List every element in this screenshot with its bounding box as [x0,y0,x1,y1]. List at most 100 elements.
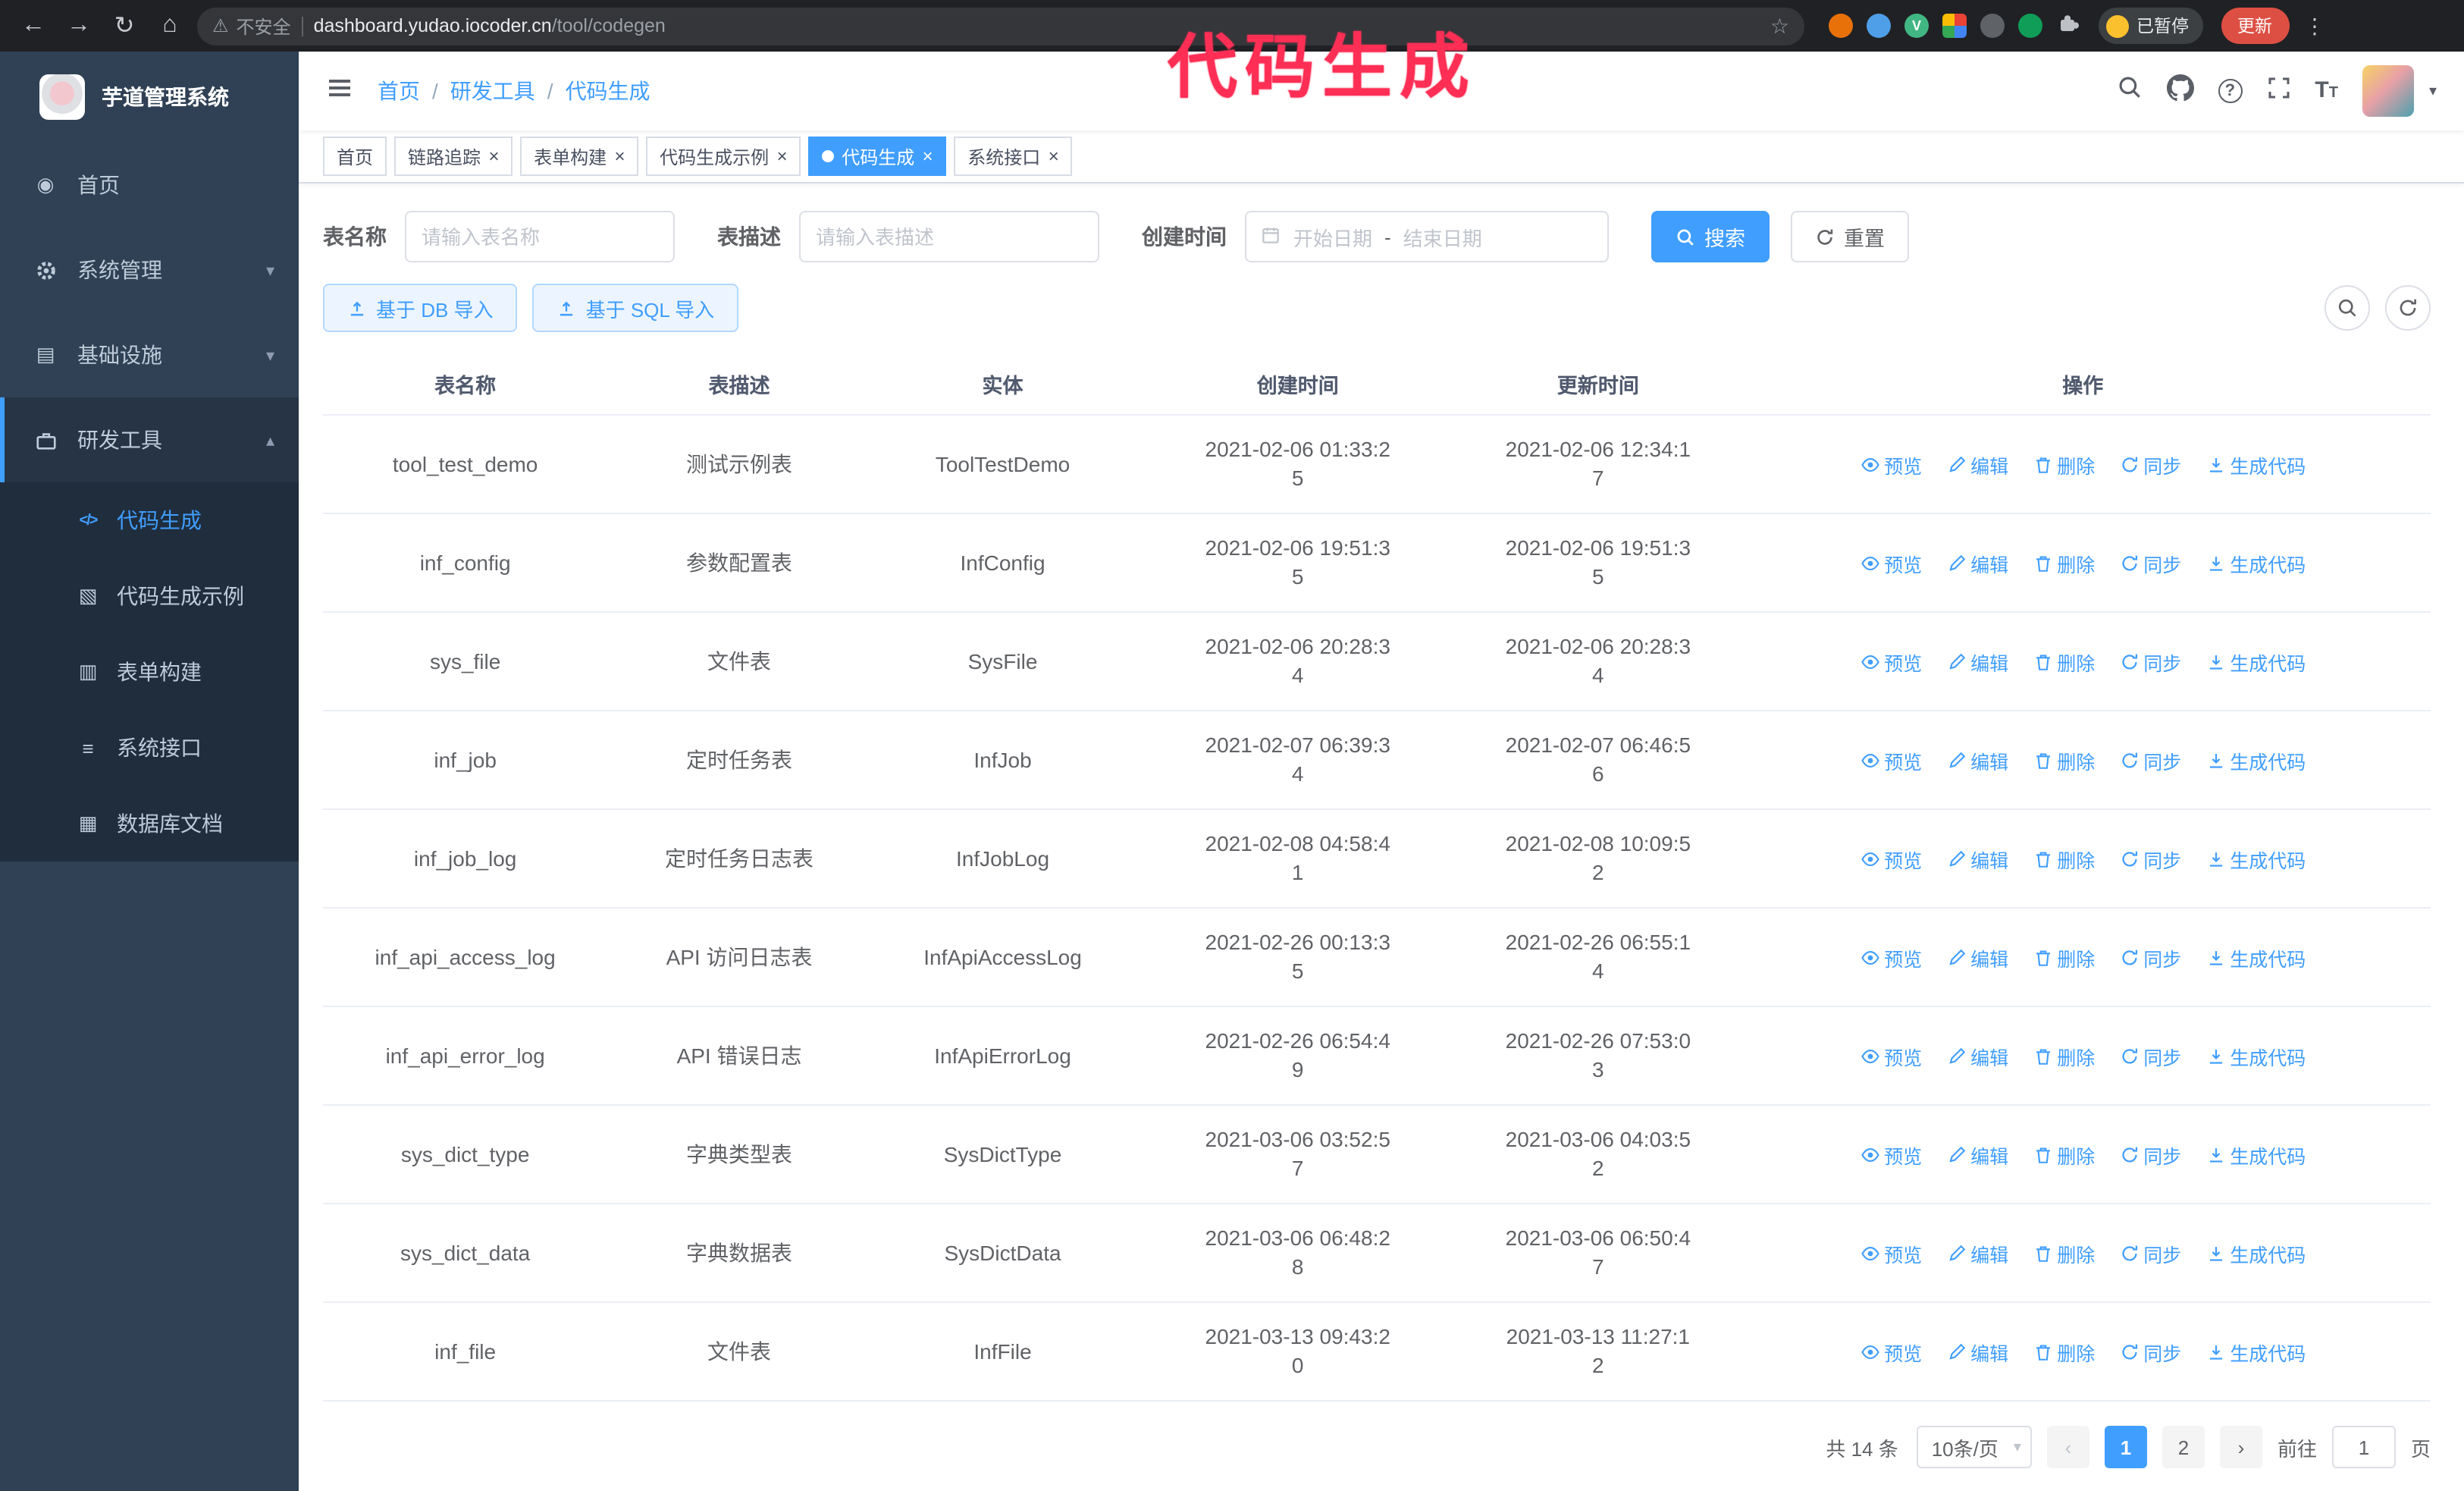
date-range-picker[interactable]: 开始日期 - 结束日期 [1245,211,1609,262]
sidebar-item-system[interactable]: 系统管理 ▾ [0,228,299,312]
action-generate-link[interactable]: 生成代码 [2205,1041,2306,1070]
action-sync-link[interactable]: 同步 [2119,746,2181,774]
action-generate-link[interactable]: 生成代码 [2205,844,2306,873]
prev-page-button[interactable]: ‹ [2046,1426,2089,1468]
security-warning[interactable]: ⚠ 不安全 [212,13,291,39]
action-sync-link[interactable]: 同步 [2119,1337,2181,1366]
action-edit-link[interactable]: 编辑 [1946,1337,2008,1366]
extension-icon[interactable]: V [1904,14,1929,38]
action-delete-link[interactable]: 删除 [2033,1041,2095,1070]
profile-paused-chip[interactable]: 已暂停 [2099,8,2202,44]
forward-icon[interactable]: → [61,8,97,44]
tab-item[interactable]: 代码生成示例 × [646,137,801,176]
action-delete-link[interactable]: 删除 [2033,1337,2095,1366]
action-generate-link[interactable]: 生成代码 [2205,450,2306,479]
page-number-button[interactable]: 2 [2161,1426,2205,1468]
reset-button[interactable]: 重置 [1791,211,1909,262]
action-generate-link[interactable]: 生成代码 [2205,548,2306,577]
tab-item[interactable]: 链路追踪 × [394,137,513,176]
tab-item[interactable]: 代码生成 × [808,137,947,176]
address-bar[interactable]: ⚠ 不安全 dashboard.yudao.iocoder.cn/tool/co… [197,7,1804,45]
table-name-input[interactable] [405,211,675,262]
action-sync-link[interactable]: 同步 [2119,1238,2181,1267]
sidebar-item-api[interactable]: ≡ 系统接口 [0,710,299,786]
reload-icon[interactable]: ↻ [106,8,143,44]
import-db-button[interactable]: 基于 DB 导入 [323,284,518,332]
extension-icon[interactable] [1867,14,1891,38]
table-desc-input[interactable] [799,211,1099,262]
action-delete-link[interactable]: 删除 [2033,1140,2095,1169]
action-generate-link[interactable]: 生成代码 [2205,746,2306,774]
extension-icon[interactable] [2018,14,2042,38]
search-button[interactable]: 搜索 [1651,211,1770,262]
help-icon[interactable]: ? [2218,79,2243,103]
chrome-update-button[interactable]: 更新 [2221,8,2289,44]
action-edit-link[interactable]: 编辑 [1946,1140,2008,1169]
action-generate-link[interactable]: 生成代码 [2205,1238,2306,1267]
action-generate-link[interactable]: 生成代码 [2205,1140,2306,1169]
breadcrumb-item[interactable]: 研发工具 [450,76,535,106]
action-preview-link[interactable]: 预览 [1860,943,1922,972]
action-edit-link[interactable]: 编辑 [1946,844,2008,873]
tab-close-icon[interactable]: × [922,147,933,165]
action-generate-link[interactable]: 生成代码 [2205,647,2306,676]
sidebar-item-devtools[interactable]: 研发工具 ▴ [0,397,299,482]
action-sync-link[interactable]: 同步 [2119,1140,2181,1169]
hamburger-icon[interactable] [326,74,353,108]
action-preview-link[interactable]: 预览 [1860,647,1922,676]
extension-icon[interactable] [1980,14,2005,38]
action-preview-link[interactable]: 预览 [1860,844,1922,873]
sidebar-item-codegen[interactable]: </> 代码生成 [0,482,299,558]
action-delete-link[interactable]: 删除 [2033,844,2095,873]
browser-menu-icon[interactable]: ⋮ [2304,13,2325,39]
import-sql-button[interactable]: 基于 SQL 导入 [532,284,739,332]
sidebar-item-form-builder[interactable]: ▥ 表单构建 [0,634,299,710]
action-edit-link[interactable]: 编辑 [1946,450,2008,479]
action-generate-link[interactable]: 生成代码 [2205,943,2306,972]
page-size-select[interactable]: 10条/页 ▾ [1916,1426,2032,1468]
action-delete-link[interactable]: 删除 [2033,548,2095,577]
extensions-puzzle-icon[interactable] [2056,10,2080,42]
tab-item[interactable]: 首页 [323,137,387,176]
action-delete-link[interactable]: 删除 [2033,1238,2095,1267]
action-delete-link[interactable]: 删除 [2033,943,2095,972]
font-size-icon[interactable]: TT [2315,77,2338,105]
next-page-button[interactable]: › [2219,1426,2262,1468]
extension-icon[interactable] [1829,14,1853,38]
tab-close-icon[interactable]: × [488,147,499,165]
action-preview-link[interactable]: 预览 [1860,1238,1922,1267]
action-sync-link[interactable]: 同步 [2119,647,2181,676]
page-number-button[interactable]: 1 [2104,1426,2147,1468]
sidebar-item-codegen-example[interactable]: ▧ 代码生成示例 [0,558,299,634]
user-avatar[interactable] [2362,65,2414,117]
tab-close-icon[interactable]: × [776,147,787,165]
action-preview-link[interactable]: 预览 [1860,1041,1922,1070]
action-generate-link[interactable]: 生成代码 [2205,1337,2306,1366]
app-logo[interactable]: 芋道管理系统 [0,52,299,143]
action-edit-link[interactable]: 编辑 [1946,746,2008,774]
action-edit-link[interactable]: 编辑 [1946,943,2008,972]
tab-close-icon[interactable]: × [614,147,625,165]
tab-item[interactable]: 系统接口 × [954,137,1073,176]
search-icon[interactable] [2116,74,2142,108]
action-edit-link[interactable]: 编辑 [1946,647,2008,676]
home-icon[interactable]: ⌂ [152,8,188,44]
sidebar-item-db-doc[interactable]: ▦ 数据库文档 [0,786,299,862]
goto-page-input[interactable] [2331,1426,2396,1468]
tab-item[interactable]: 表单构建 × [520,137,639,176]
action-preview-link[interactable]: 预览 [1860,548,1922,577]
refresh-button[interactable] [2385,285,2431,331]
action-delete-link[interactable]: 删除 [2033,450,2095,479]
action-preview-link[interactable]: 预览 [1860,450,1922,479]
action-sync-link[interactable]: 同步 [2119,844,2181,873]
action-edit-link[interactable]: 编辑 [1946,1041,2008,1070]
action-edit-link[interactable]: 编辑 [1946,548,2008,577]
action-sync-link[interactable]: 同步 [2119,943,2181,972]
action-delete-link[interactable]: 删除 [2033,647,2095,676]
action-sync-link[interactable]: 同步 [2119,450,2181,479]
back-icon[interactable]: ← [15,8,52,44]
bookmark-star-icon[interactable]: ☆ [1770,13,1789,39]
breadcrumb-item[interactable]: 首页 [378,76,420,106]
github-icon[interactable] [2166,74,2194,108]
action-preview-link[interactable]: 预览 [1860,1140,1922,1169]
